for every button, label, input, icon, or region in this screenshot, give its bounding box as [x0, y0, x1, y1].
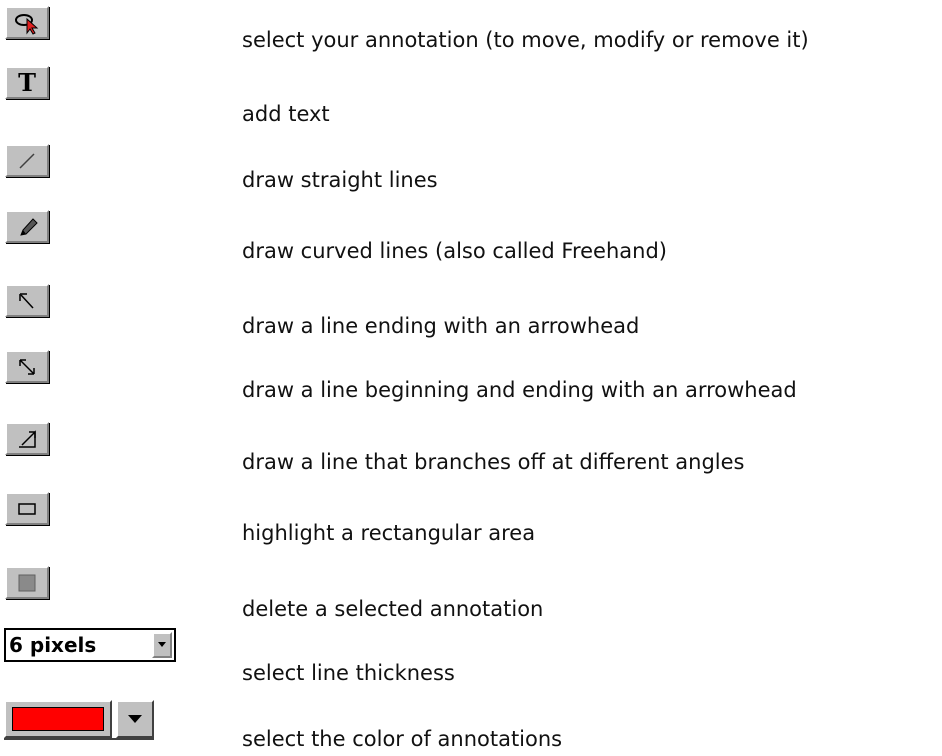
select-pointer-icon: [15, 13, 39, 35]
legend-row-color: select the color of annotations: [0, 700, 942, 756]
chevron-down-icon[interactable]: [152, 632, 172, 658]
legend-label: delete a selected annotation: [242, 597, 544, 621]
legend-row-freehand: draw curved lines (also called Freehand): [0, 206, 942, 266]
select-tool-button[interactable]: [5, 6, 49, 39]
text-tool-icon: T: [18, 67, 36, 97]
straight-line-button[interactable]: [5, 144, 49, 177]
legend-label: draw curved lines (also called Freehand): [242, 239, 667, 263]
rectangle-icon: [18, 502, 36, 515]
legend-label: draw a line ending with an arrowhead: [242, 314, 640, 338]
legend-row-branch: draw a line that branches off at differe…: [0, 418, 942, 478]
double-arrow-line-icon: [19, 358, 35, 375]
legend-label: draw straight lines: [242, 168, 438, 192]
delete-annotation-icon: [18, 574, 36, 591]
legend-row-rectangle: highlight a rectangular area: [0, 488, 942, 548]
legend-label: select the color of annotations: [242, 727, 563, 751]
chevron-down-icon: [128, 715, 142, 723]
line-thickness-value: 6 pixels: [9, 633, 97, 657]
line-thickness-select[interactable]: 6 pixels: [4, 628, 176, 662]
delete-annotation-button[interactable]: [5, 566, 49, 599]
legend-label: add text: [242, 102, 330, 126]
color-dropdown-button[interactable]: [116, 700, 154, 738]
pencil-icon: [20, 217, 38, 236]
arrow-line-icon: [19, 292, 34, 309]
legend-label: select line thickness: [242, 661, 455, 685]
arrow-line-button[interactable]: [5, 284, 49, 317]
legend-row-thickness: 6 pixels select line thickness: [0, 628, 942, 688]
divider: [4, 738, 154, 740]
legend-row-double-arrow: draw a line beginning and ending with an…: [0, 346, 942, 406]
legend-label: draw a line beginning and ending with an…: [242, 378, 797, 402]
text-tool-button[interactable]: T: [5, 66, 49, 99]
color-swatch-button[interactable]: [4, 700, 112, 738]
rectangle-button[interactable]: [5, 492, 49, 525]
straight-line-icon: [19, 152, 35, 169]
legend-label: draw a line that branches off at differe…: [242, 450, 745, 474]
annotation-color-picker[interactable]: [4, 700, 154, 740]
legend-label: highlight a rectangular area: [242, 521, 536, 545]
legend-row-delete: delete a selected annotation: [0, 562, 942, 622]
legend-row-text: T add text: [0, 60, 942, 126]
branch-line-button[interactable]: [5, 422, 49, 455]
legend-row-select: select your annotation (to move, modify …: [0, 0, 942, 52]
legend-row-arrow: draw a line ending with an arrowhead: [0, 280, 942, 340]
freehand-button[interactable]: [5, 210, 49, 243]
double-arrow-line-button[interactable]: [5, 350, 49, 383]
legend-row-line: draw straight lines: [0, 140, 942, 200]
branch-line-icon: [19, 429, 36, 448]
color-swatch: [12, 707, 104, 731]
legend-label: select your annotation (to move, modify …: [242, 28, 809, 52]
